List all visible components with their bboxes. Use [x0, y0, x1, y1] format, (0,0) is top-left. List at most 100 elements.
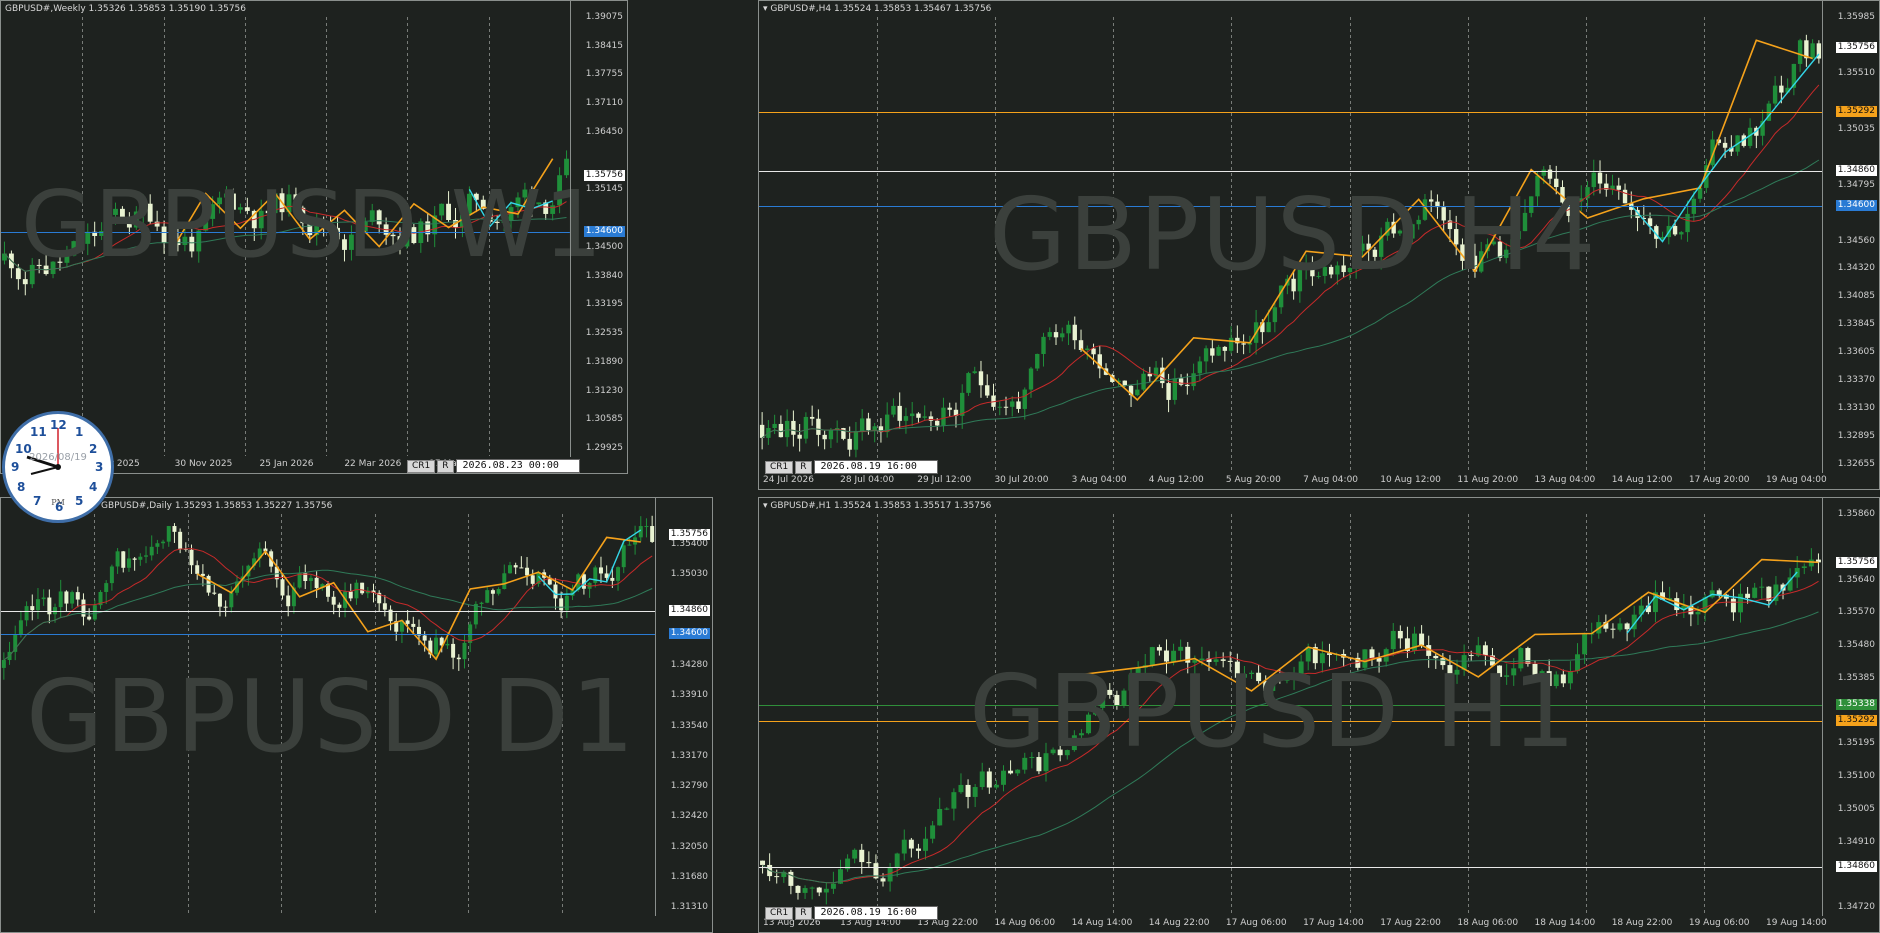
- candle-body: [217, 593, 222, 607]
- candle-body: [1141, 373, 1146, 390]
- candle-body: [1738, 593, 1743, 613]
- price-label: 1.33130: [1837, 403, 1875, 414]
- candle-body: [1210, 348, 1215, 356]
- candle-body: [901, 839, 907, 854]
- candle-body: [1716, 590, 1722, 595]
- candle-body: [972, 371, 977, 374]
- price-scale-d1[interactable]: 1.35400 1.35030 1.34280 1.33910 1.33540 1.331…: [655, 498, 712, 916]
- candle-body: [1808, 559, 1814, 567]
- candle-body: [434, 637, 439, 655]
- candle-body: [853, 431, 859, 450]
- candle-body: [978, 371, 984, 386]
- candle-body: [92, 605, 97, 620]
- r-button[interactable]: R: [795, 906, 812, 920]
- candle-body: [1197, 361, 1203, 374]
- candle-body: [809, 887, 815, 889]
- chart-panel-gbpusd-h4[interactable]: GBPUSD H4 ▾ GBPUSD#,H4 1.35524 1.35853 1…: [758, 0, 1880, 490]
- candle-body: [816, 887, 822, 893]
- candle-body: [616, 567, 621, 581]
- candle-body: [944, 808, 950, 810]
- candle-body: [760, 860, 766, 865]
- candle-body: [1185, 384, 1190, 387]
- candle-body: [859, 418, 865, 432]
- candle-body: [104, 583, 109, 592]
- price-label: 1.35985: [1837, 12, 1875, 22]
- candle-body: [966, 373, 971, 393]
- time-label: 25 Jan 2026: [259, 459, 314, 469]
- candle-body: [951, 792, 957, 809]
- price-label: 1.34910: [1837, 836, 1875, 847]
- candle-body: [382, 603, 387, 610]
- candle-body: [485, 590, 490, 603]
- candle-body: [75, 592, 80, 600]
- price-label: 1.39075: [585, 12, 623, 22]
- date-field-w1[interactable]: 2026.08.23 00:00: [455, 459, 580, 473]
- candle-body: [916, 413, 921, 418]
- date-field-h4[interactable]: 2026.08.19 16:00: [813, 460, 938, 474]
- candle-body: [64, 591, 69, 604]
- time-scale-d1[interactable]: [1, 916, 656, 932]
- chart-panel-gbpusd-h1[interactable]: GBPUSD H1 ▾ GBPUSD#,H1 1.35524 1.35853 1…: [758, 497, 1880, 933]
- analog-clock-widget[interactable]: 12 1 2 3 4 5 6 7 8 9 10 11 2026/08/19 PM: [2, 411, 114, 523]
- candle-body: [1622, 189, 1628, 204]
- chart-controls-h4: CR1 R 2026.08.19 16:00: [765, 460, 938, 474]
- price-label: 1.31310: [670, 902, 708, 912]
- candle-body: [354, 582, 359, 599]
- r-button[interactable]: R: [437, 459, 454, 473]
- chart-panel-gbpusd-d1[interactable]: GBPUSD D1 GBPUSD#,Daily 1.35293 1.35853 …: [0, 497, 713, 933]
- price-tag-orange: 1.35292: [1835, 105, 1877, 117]
- candle-body: [778, 423, 784, 438]
- time-label: 13 Aug 04:00: [1534, 475, 1596, 485]
- time-scale-h4[interactable]: 24 Jul 2026 28 Jul 04:00 29 Jul 12:00 30 Ju…: [759, 473, 1827, 489]
- candle-body: [891, 405, 896, 415]
- candle-body: [774, 876, 780, 878]
- cr1-button[interactable]: CR1: [407, 459, 436, 473]
- candle-body: [866, 862, 872, 864]
- candle-body: [1216, 346, 1221, 356]
- price-label: 1.35385: [1837, 672, 1875, 683]
- cr1-button[interactable]: CR1: [765, 906, 794, 920]
- clock-number: 4: [89, 480, 98, 494]
- candle-body: [1752, 587, 1758, 598]
- candle-body: [947, 407, 952, 410]
- time-label: 19 Aug 06:00: [1688, 918, 1750, 928]
- price-label: 1.35005: [1837, 803, 1875, 814]
- zigzag-line-secondary: [1626, 571, 1798, 634]
- candle-body: [1697, 187, 1703, 199]
- candle-body: [1745, 593, 1751, 598]
- candle-body: [1003, 406, 1009, 408]
- time-label: 5 Aug 20:00: [1225, 475, 1281, 485]
- chart-panel-gbpusd-w1[interactable]: GBPUSD W1 GBPUSD#,Weekly 1.35326 1.35853…: [0, 0, 628, 474]
- candle-body: [822, 434, 827, 440]
- watermark-w1: GBPUSD W1: [21, 171, 605, 278]
- price-scale-h1[interactable]: 1.35860 1.35640 1.35570 1.35480 1.35385 1.351…: [1822, 498, 1879, 916]
- cr1-button[interactable]: CR1: [765, 460, 794, 474]
- candle-body: [791, 420, 796, 435]
- candle-body: [149, 546, 154, 556]
- price-scale-h4[interactable]: 1.35985 1.35510 1.35035 1.34795 1.34560 1.343…: [1822, 1, 1879, 473]
- candle-body: [759, 424, 765, 438]
- candle-body: [1, 660, 6, 668]
- r-button[interactable]: R: [795, 460, 812, 474]
- candle-body: [462, 642, 467, 660]
- candle-body: [297, 573, 302, 588]
- candle-body: [816, 418, 821, 435]
- candle-body: [859, 849, 865, 863]
- time-label: 7 Aug 04:00: [1303, 475, 1359, 485]
- candle-body: [411, 623, 416, 627]
- candle-body: [166, 526, 171, 542]
- candle-body: [1191, 373, 1196, 387]
- price-label: 1.33170: [670, 750, 708, 761]
- candle-body: [144, 555, 149, 557]
- time-label: 3 Aug 04:00: [1071, 475, 1127, 485]
- candle-body: [525, 567, 530, 576]
- price-scale-w1[interactable]: 1.39075 1.38415 1.37755 1.37110 1.36450 1.351…: [570, 1, 627, 457]
- candle-body: [348, 591, 353, 599]
- price-label: 1.35640: [1837, 574, 1875, 585]
- time-label: 17 Aug 20:00: [1688, 475, 1750, 485]
- date-field-h1[interactable]: 2026.08.19 16:00: [813, 906, 938, 920]
- candle-body: [1266, 322, 1271, 333]
- candle-body: [132, 558, 137, 560]
- candle-body: [986, 771, 992, 788]
- price-label: 1.35035: [1837, 123, 1875, 134]
